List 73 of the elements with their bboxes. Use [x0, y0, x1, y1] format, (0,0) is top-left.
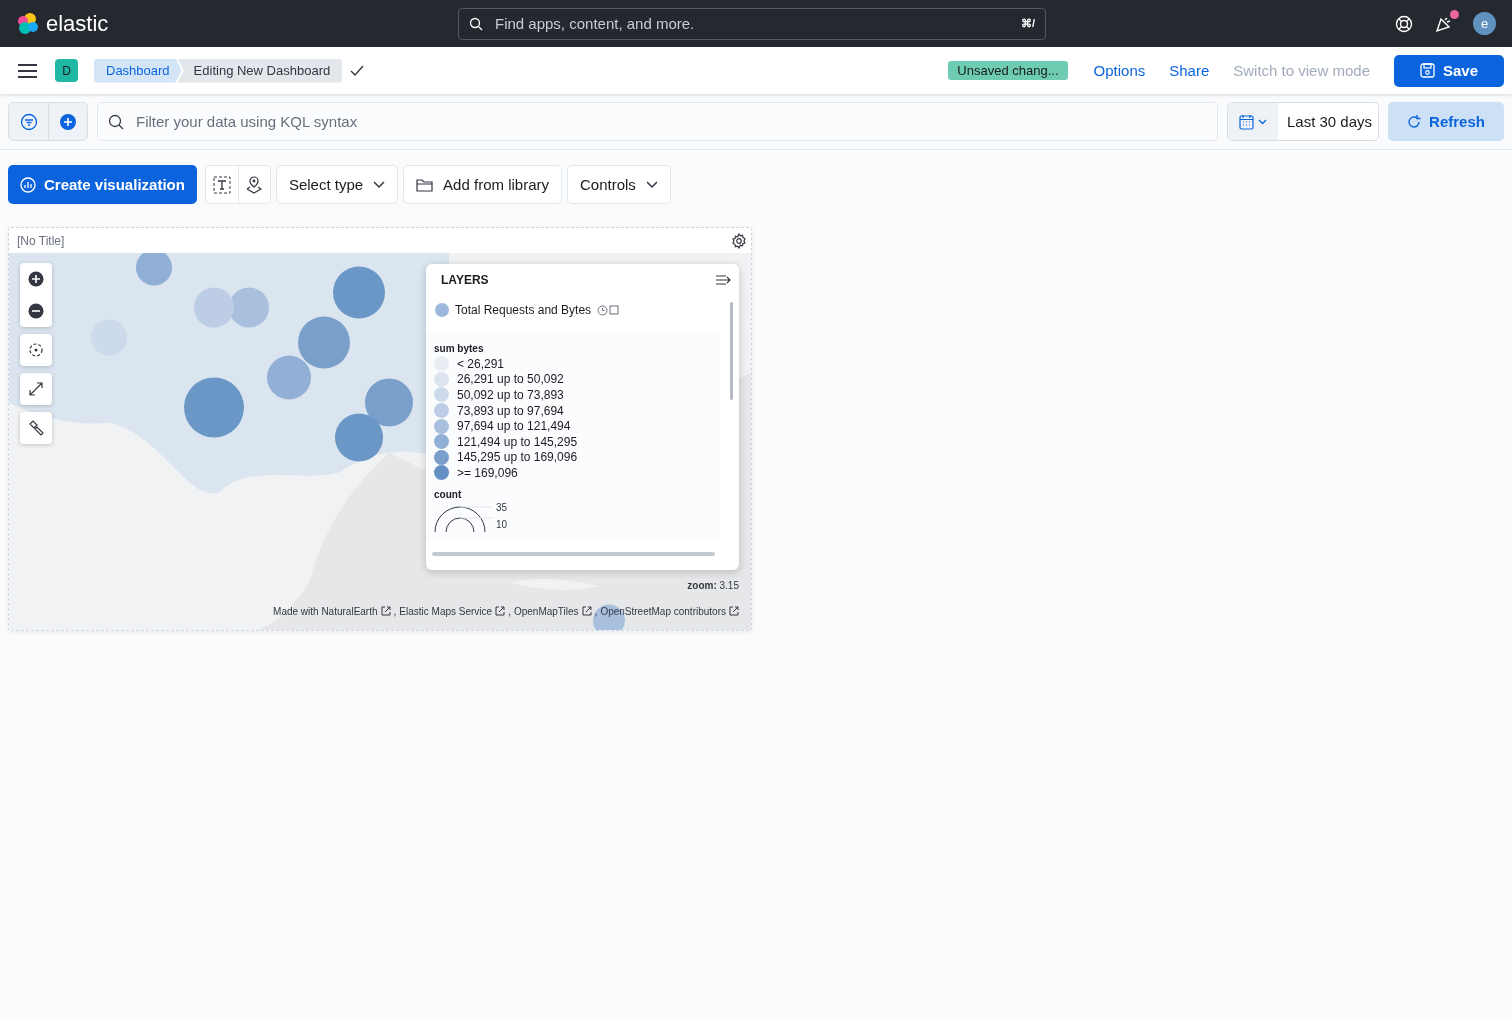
plus-icon [28, 271, 44, 287]
size-label: 10 [496, 518, 508, 530]
plus-icon [60, 113, 76, 130]
layer-name[interactable]: Total Requests and Bytes [455, 303, 592, 317]
status-badge: Unsaved chang... [948, 61, 1068, 80]
size-legend-title: count [434, 488, 463, 500]
shortcut-hint: ⌘/ [1020, 17, 1035, 30]
breadcrumb[interactable]: Editing New Dashboard [177, 58, 343, 83]
query-field[interactable]: Filter your data using KQL syntax [134, 112, 1207, 131]
save-button[interactable]: Save [1394, 54, 1504, 87]
controls-button[interactable]: Controls [567, 165, 671, 204]
external-link-icon [581, 606, 592, 616]
space-badge[interactable]: D [55, 59, 78, 82]
external-link-icon [729, 606, 739, 616]
select-type-button[interactable]: Select type [275, 165, 399, 204]
legend-label: 73,893 up to 97,694 [457, 403, 564, 418]
legend-label: 145,295 up to 169,096 [457, 450, 578, 465]
logo-text[interactable]: elastic [46, 10, 109, 37]
chevron-icon [373, 180, 386, 189]
legend-label: 97,694 up to 121,494 [457, 419, 571, 434]
search-icon [469, 16, 483, 31]
panel-title: [No Title] [17, 233, 65, 248]
attribution-link[interactable]: Elastic Maps Service [399, 606, 493, 617]
calendar-icon [1239, 113, 1254, 130]
search-icon [108, 113, 124, 130]
scrollbar[interactable] [730, 302, 733, 400]
attribution-link[interactable]: OpenStreetMap contributors [600, 606, 726, 617]
legend-label: < 26,291 [457, 356, 505, 371]
expand-icon [28, 381, 44, 397]
folder-icon [416, 177, 434, 192]
external-link-icon [380, 606, 391, 616]
clock-icon [597, 304, 609, 316]
attribution-link[interactable]: Made with NaturalEarth [273, 606, 378, 617]
external-link-icon [495, 606, 506, 616]
text-icon [212, 175, 231, 194]
separator: , [508, 606, 511, 617]
attribution-link[interactable]: OpenMapTiles [513, 606, 579, 617]
save-icon [1419, 63, 1435, 78]
check-icon[interactable] [350, 64, 365, 77]
size-legend-drawing [434, 506, 493, 532]
minus-icon [28, 303, 44, 319]
menu-icon[interactable] [18, 63, 37, 78]
chevron-icon [1258, 118, 1267, 125]
breadcrumb[interactable]: Dashboard [94, 58, 182, 83]
crosshair-icon [28, 342, 44, 358]
zoom-level: zoom: 3.15 [687, 580, 739, 591]
query-bar[interactable]: Filter your data using KQL syntax [97, 102, 1218, 141]
menu-link[interactable]: Options [1093, 62, 1146, 79]
separator: , [594, 606, 598, 617]
refresh-button[interactable]: Refresh [1388, 102, 1504, 141]
add-from-library-button[interactable]: Add from library [403, 165, 562, 204]
chevron-icon [645, 180, 658, 189]
create-visualization-button[interactable]: Create visualization [8, 165, 197, 204]
legend-label: 121,494 up to 145,295 [457, 434, 578, 449]
search-field[interactable]: Find apps, content, and more. [493, 14, 1011, 33]
legend-title: sum bytes [434, 343, 485, 354]
logo-icon[interactable] [16, 11, 40, 36]
map-pin-icon [246, 175, 263, 194]
layers-title: LAYERS [441, 273, 489, 287]
size-label: 35 [496, 501, 508, 513]
settings-icon[interactable] [731, 232, 747, 249]
chart-bubble-icon [20, 176, 36, 193]
collapse-icon[interactable] [716, 274, 731, 286]
separator: , [393, 606, 397, 617]
legend-label: >= 169,096 [457, 465, 518, 480]
refresh-icon [1407, 114, 1422, 129]
search-bar[interactable]: Find apps, content, and more. ⌘/ [458, 7, 1046, 40]
square-icon [609, 304, 620, 315]
menu-link[interactable]: Share [1169, 62, 1210, 79]
legend-label: 26,291 up to 50,092 [457, 372, 564, 387]
legend-label: 50,092 up to 73,893 [457, 388, 564, 402]
scrollbar[interactable] [432, 552, 715, 556]
filter-icon [19, 112, 38, 131]
